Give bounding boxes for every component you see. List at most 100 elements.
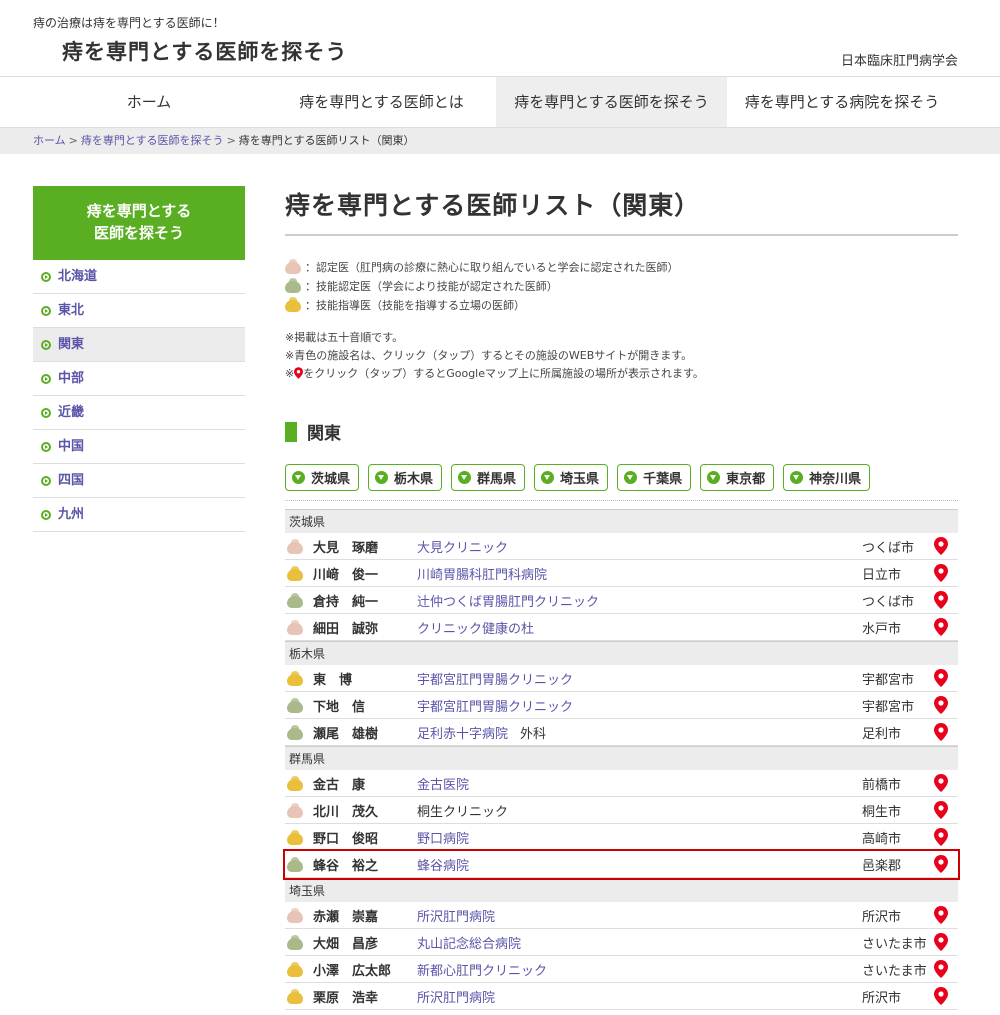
clinic-link[interactable]: 野口病院 [417, 828, 862, 847]
clinic-link[interactable]: 蜂谷病院 [417, 855, 862, 874]
map-pin-icon[interactable] [934, 906, 948, 924]
doctor-row: 瀬尾 雄樹 足利赤十字病院 外科 足利市 [285, 719, 958, 746]
note-link: ※青色の施設名は、クリック（タップ）するとその施設のWEBサイトが開きます。 [285, 349, 693, 362]
prefecture-button[interactable]: 群馬県 [451, 464, 526, 491]
map-pin-icon[interactable] [934, 828, 948, 846]
region-heading-label: 関東 [307, 424, 341, 444]
clinic-link[interactable]: 宇都宮肛門胃腸クリニック [417, 696, 862, 715]
prefecture-button[interactable]: 埼玉県 [534, 464, 609, 491]
doctor-row: 北川 茂久 桐生クリニック 桐生市 [285, 797, 958, 824]
clinic-link[interactable]: 所沢肛門病院 [417, 987, 862, 1006]
breadcrumb-find-doctors-link[interactable]: 痔を専門とする医師を探そう [81, 134, 224, 147]
map-pin-icon[interactable] [934, 669, 948, 687]
map-pin-icon[interactable] [934, 591, 948, 609]
prefecture-label: 茨城県 [285, 509, 958, 533]
map-pin-icon[interactable] [934, 933, 948, 951]
doctor-level-icon [287, 830, 303, 845]
sidebar-item[interactable]: 九州 [33, 498, 245, 532]
doctor-name: 倉持 純一 [313, 594, 379, 610]
sidebar-item[interactable]: 中国 [33, 430, 245, 464]
region-heading-bar [285, 421, 297, 442]
doctor-name: 大畑 昌彦 [313, 936, 379, 952]
map-pin-icon[interactable] [934, 774, 948, 792]
prefecture-button-label: 群馬県 [477, 472, 517, 487]
clinic-name: クリニック健康の杜 [417, 621, 535, 637]
certified-doctor-icon [285, 258, 301, 274]
map-pin-icon[interactable] [934, 564, 948, 582]
city-name: 前橋市 [862, 777, 902, 793]
sidebar-item[interactable]: 北海道 [33, 260, 245, 294]
city-name: 宇都宮市 [862, 672, 915, 688]
clinic-link[interactable]: 大見クリニック [417, 537, 862, 556]
breadcrumb-home-link[interactable]: ホーム [33, 134, 66, 147]
circle-arrow-icon [41, 305, 51, 316]
doctor-row: 金古 康 金古医院 前橋市 [285, 770, 958, 797]
sidebar-item-label: 東北 [58, 303, 85, 318]
clinic-link[interactable]: 川崎胃腸科肛門科病院 [417, 564, 862, 583]
clinic-link[interactable]: 金古医院 [417, 774, 862, 793]
sidebar-item[interactable]: 中部 [33, 362, 245, 396]
doctor-level-icon [287, 776, 303, 791]
clinic-link[interactable]: クリニック健康の杜 [417, 618, 862, 637]
clinic-name: 大見クリニック [417, 540, 509, 556]
sidebar-item[interactable]: 四国 [33, 464, 245, 498]
sidebar-item[interactable]: 関東 [33, 328, 245, 362]
doctor-level-icon [287, 539, 303, 554]
prefecture-button-label: 茨城県 [311, 472, 351, 487]
doctor-row: 東 博 宇都宮肛門胃腸クリニック 宇都宮市 [285, 665, 958, 692]
city-name: 高崎市 [862, 831, 902, 847]
prefecture-button[interactable]: 千葉県 [617, 464, 692, 491]
doctor-level-icon [287, 935, 303, 950]
prefecture-button-label: 埼玉県 [560, 472, 600, 487]
doctor-row: 小澤 広太郎 新都心肛門クリニック さいたま市 [285, 956, 958, 983]
clinic-department: 外科 [520, 726, 547, 742]
prefecture-button[interactable]: 神奈川県 [783, 464, 871, 491]
map-pin-icon[interactable] [934, 537, 948, 555]
clinic-link[interactable]: 足利赤十字病院 外科 [417, 723, 862, 742]
clinic-link[interactable]: 辻仲つくば胃腸肛門クリニック [417, 591, 862, 610]
legend-text: ：認定医（肛門病の診療に熱心に取り組んでいると学会に認定された医師） [305, 261, 679, 274]
clinic-name: 足利赤十字病院 [417, 726, 509, 742]
clinic-name: 丸山記念総合病院 [417, 936, 522, 952]
nav-find-doctors[interactable]: 痔を専門とする医師を探そう [496, 77, 727, 127]
instructor-doctor-icon [285, 296, 301, 312]
map-pin-icon[interactable] [934, 618, 948, 636]
clinic-name: 新都心肛門クリニック [417, 963, 548, 979]
sidebar-heading[interactable]: 痔を専門とする 医師を探そう [33, 186, 245, 260]
sidebar-item[interactable]: 東北 [33, 294, 245, 328]
doctor-name: 小澤 広太郎 [313, 963, 392, 979]
nav-home[interactable]: ホーム [75, 77, 223, 127]
site-title[interactable]: 痔を専門とする医師を探そう [62, 36, 347, 66]
society-name: 日本臨床肛門病学会 [840, 54, 958, 69]
clinic-link[interactable]: 丸山記念総合病院 [417, 933, 862, 952]
map-pin-icon[interactable] [934, 960, 948, 978]
main-content: 痔を専門とする医師リスト（関東） ：認定医（肛門病の診療に熱心に取り組んでいると… [283, 186, 960, 1010]
sidebar-item-label: 中国 [58, 439, 85, 454]
map-pin-icon[interactable] [934, 723, 948, 741]
prefecture-button[interactable]: 東京都 [700, 464, 775, 491]
doctor-level-icon [287, 593, 303, 608]
clinic-name: 宇都宮肛門胃腸クリニック [417, 672, 574, 688]
clinic-link[interactable]: 所沢肛門病院 [417, 906, 862, 925]
nav-about-doctors[interactable]: 痔を専門とする医師とは [284, 77, 479, 127]
map-pin-icon[interactable] [934, 855, 948, 873]
city-name: 所沢市 [862, 990, 902, 1006]
nav-find-hospitals[interactable]: 痔を専門とする病院を探そう [735, 77, 949, 127]
map-pin-icon[interactable] [934, 987, 948, 1005]
doctor-name: 野口 俊昭 [313, 831, 379, 847]
prefecture-button[interactable]: 茨城県 [285, 464, 360, 491]
sidebar-item[interactable]: 近畿 [33, 396, 245, 430]
circle-arrow-icon [41, 373, 51, 384]
doctor-row: 川﨑 俊一 川崎胃腸科肛門科病院 日立市 [285, 560, 958, 587]
map-pin-icon[interactable] [934, 696, 948, 714]
breadcrumb: ホーム > 痔を専門とする医師を探そう > 痔を専門とする医師リスト（関東） [0, 128, 1000, 154]
doctor-row: 大見 琢磨 大見クリニック つくば市 [285, 533, 958, 560]
clinic-link[interactable]: 新都心肛門クリニック [417, 960, 862, 979]
doctor-name: 川﨑 俊一 [313, 567, 379, 583]
clinic-link[interactable]: 宇都宮肛門胃腸クリニック [417, 669, 862, 688]
map-pin-icon[interactable] [934, 801, 948, 819]
city-name: さいたま市 [862, 963, 927, 979]
skill-certified-doctor-icon [285, 277, 301, 293]
down-arrow-circle-icon [375, 471, 389, 484]
prefecture-button[interactable]: 栃木県 [368, 464, 443, 491]
